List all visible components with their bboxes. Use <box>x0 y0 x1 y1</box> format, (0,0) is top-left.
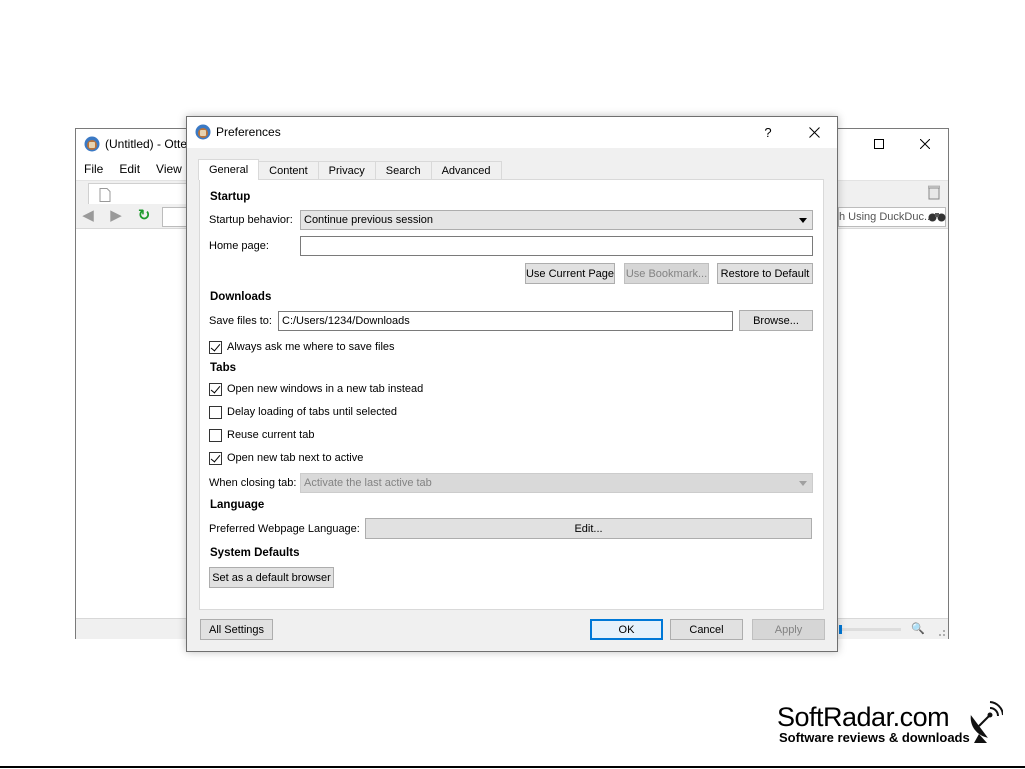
checkbox-box[interactable] <box>209 451 222 465</box>
language-heading: Language <box>210 499 265 511</box>
menu-file[interactable]: File <box>76 159 111 179</box>
ok-button[interactable]: OK <box>590 619 663 640</box>
resize-grip-icon[interactable] <box>936 627 946 637</box>
watermark-brand: SoftRadar.com <box>777 702 950 732</box>
apply-button[interactable]: Apply <box>752 619 825 640</box>
preferences-tabs: General Content Privacy Search Advanced <box>198 159 502 180</box>
save-files-label: Save files to: <box>209 315 272 327</box>
maximize-icon <box>874 139 884 149</box>
restore-default-button[interactable]: Restore to Default <box>717 263 813 284</box>
cancel-button[interactable]: Cancel <box>670 619 743 640</box>
checkbox-label: Open new tab next to active <box>227 452 364 464</box>
bottom-border <box>0 766 1025 768</box>
checkbox-box[interactable] <box>209 428 222 442</box>
home-page-label: Home page: <box>209 240 269 252</box>
checkbox-label: Reuse current tab <box>227 429 315 441</box>
tab-advanced[interactable]: Advanced <box>430 161 502 180</box>
otter-app-icon <box>84 136 100 152</box>
back-icon[interactable]: ◀ <box>79 208 97 224</box>
trash-icon[interactable] <box>928 185 940 200</box>
zoom-slider[interactable] <box>839 625 901 634</box>
help-button[interactable]: ? <box>753 121 783 143</box>
all-settings-button[interactable]: All Settings <box>200 619 273 640</box>
preferences-dialog: Preferences ? General Content Privacy Se… <box>186 116 838 652</box>
set-default-browser-button[interactable]: Set as a default browser <box>209 567 334 588</box>
when-closing-tab-select[interactable]: Activate the last active tab <box>300 473 813 493</box>
startup-behavior-label: Startup behavior: <box>209 214 293 226</box>
chevron-down-icon <box>799 218 807 223</box>
tabs-heading: Tabs <box>210 362 236 374</box>
preferred-language-label: Preferred Webpage Language: <box>209 523 360 535</box>
general-panel: Startup Startup behavior: Continue previ… <box>199 179 824 610</box>
when-closing-tab-value: Activate the last active tab <box>304 477 432 489</box>
dialog-title: Preferences <box>216 125 281 139</box>
menu-bar: File Edit View <box>76 159 190 179</box>
delay-loading-tabs-checkbox[interactable]: Delay loading of tabs until selected <box>209 405 397 419</box>
always-ask-checkbox[interactable]: Always ask me where to save files <box>209 340 395 354</box>
browser-tab[interactable] <box>88 183 188 205</box>
forward-icon[interactable]: ▶ <box>107 208 125 224</box>
open-new-windows-in-tab-checkbox[interactable]: Open new windows in a new tab instead <box>209 382 423 396</box>
watermark-tagline: Software reviews & downloads <box>779 730 970 745</box>
home-page-input[interactable] <box>300 236 813 256</box>
checkbox-label: Delay loading of tabs until selected <box>227 406 397 418</box>
dialog-close-button[interactable] <box>791 121 837 143</box>
tab-content[interactable]: Content <box>258 161 319 180</box>
open-tab-next-to-active-checkbox[interactable]: Open new tab next to active <box>209 451 363 465</box>
dialog-title-bar: Preferences ? <box>187 117 837 148</box>
checkbox-box[interactable] <box>209 340 222 354</box>
search-placeholder: h Using DuckDuc... <box>839 211 934 223</box>
reuse-current-tab-checkbox[interactable]: Reuse current tab <box>209 428 314 442</box>
close-icon <box>808 126 820 138</box>
satellite-dish-icon <box>970 701 1003 743</box>
page-icon <box>99 188 111 202</box>
checkbox-box[interactable] <box>209 405 222 419</box>
browse-button[interactable]: Browse... <box>739 310 813 331</box>
tab-search[interactable]: Search <box>374 161 432 180</box>
language-edit-button[interactable]: Edit... <box>365 518 812 539</box>
maximize-button[interactable] <box>856 133 902 155</box>
when-closing-tab-label: When closing tab: <box>209 477 297 489</box>
use-bookmark-button[interactable]: Use Bookmark... <box>624 263 709 284</box>
startup-heading: Startup <box>210 191 251 203</box>
zoom-slider-handle[interactable] <box>839 625 842 634</box>
startup-behavior-select[interactable]: Continue previous session <box>300 210 813 230</box>
save-path-input[interactable]: C:/Users/1234/Downloads <box>278 311 733 331</box>
checkbox-label: Open new windows in a new tab instead <box>227 383 424 395</box>
menu-edit[interactable]: Edit <box>111 159 148 179</box>
binoculars-icon[interactable] <box>928 210 946 222</box>
downloads-heading: Downloads <box>210 291 272 303</box>
use-current-page-button[interactable]: Use Current Page <box>525 263 615 284</box>
otter-app-icon <box>195 124 211 140</box>
chevron-down-icon <box>799 481 807 486</box>
checkbox-box[interactable] <box>209 382 222 396</box>
reload-icon[interactable]: ↻ <box>135 208 153 224</box>
menu-view[interactable]: View <box>148 159 190 179</box>
system-defaults-heading: System Defaults <box>210 547 300 559</box>
browser-close-button[interactable] <box>902 133 948 155</box>
startup-behavior-value: Continue previous session <box>304 214 434 226</box>
always-ask-label: Always ask me where to save files <box>227 341 395 353</box>
tab-general[interactable]: General <box>198 159 260 180</box>
tab-privacy[interactable]: Privacy <box>317 161 376 180</box>
zoom-icon[interactable]: 🔍 <box>911 622 925 635</box>
close-icon <box>920 139 930 149</box>
browser-title: (Untitled) - Otte <box>105 137 188 151</box>
